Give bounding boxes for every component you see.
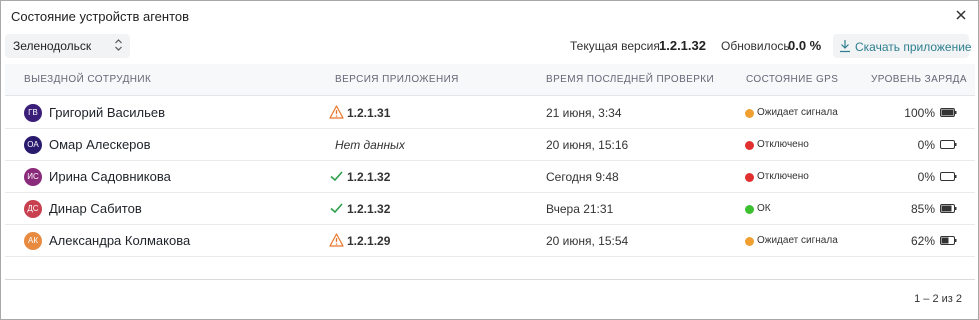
avatar: ДС — [24, 200, 42, 218]
battery-icon — [940, 204, 957, 213]
warning-icon — [329, 233, 344, 247]
current-version-label: Текущая версия — [570, 39, 660, 53]
table-row[interactable]: ИС Ирина Садовникова 1.2.1.32 Сегодня 9:48 О… — [5, 161, 975, 193]
battery-charge: 62% — [910, 234, 935, 248]
last-check-time: 20 июня, 15:16 — [546, 138, 629, 152]
table-row[interactable]: АК Александра Колмакова 1.2.1.29 20 июня, 1… — [5, 225, 975, 257]
pagination-info: 1 – 2 из 2 — [914, 293, 962, 305]
employee-name: Александра Колмакова — [49, 233, 191, 248]
header-version[interactable]: ВЕРСИЯ ПРИЛОЖЕНИЯ — [335, 74, 459, 85]
gps-status-dot — [745, 109, 754, 118]
employee-name: Ирина Садовникова — [49, 169, 171, 184]
warning-icon — [329, 105, 344, 119]
app-version: 1.2.1.32 — [347, 202, 391, 216]
avatar: ОА — [24, 136, 42, 154]
battery-charge: 85% — [910, 202, 935, 216]
check-icon — [330, 203, 343, 214]
table-row[interactable]: ДС Динар Сабитов 1.2.1.32 Вчера 21:31 ОК 85% — [5, 193, 975, 225]
avatar: ГВ — [24, 104, 42, 122]
battery-charge: 0% — [917, 138, 935, 152]
app-version: 1.2.1.31 — [347, 106, 391, 120]
gps-status: Ожидает сигнала — [757, 235, 838, 246]
table-header: ВЫЕЗДНОЙ СОТРУДНИК ВЕРСИЯ ПРИЛОЖЕНИЯ ВРЕ… — [5, 64, 975, 96]
download-app-label: Скачать приложение — [855, 40, 972, 54]
last-check-time: Вчера 21:31 — [546, 202, 614, 216]
app-version: Нет данных — [335, 138, 405, 152]
gps-status-dot — [745, 205, 754, 214]
avatar: АК — [24, 232, 42, 250]
employee-name: Омар Алескеров — [49, 137, 151, 152]
header-employee[interactable]: ВЫЕЗДНОЙ СОТРУДНИК — [24, 74, 151, 85]
download-app-button[interactable]: Скачать приложение — [833, 34, 972, 58]
battery-icon — [940, 236, 957, 245]
title-bar: Состояние устройств агентов — [1, 1, 978, 31]
battery-icon — [940, 140, 957, 149]
last-check-time: 21 июня, 3:34 — [546, 106, 622, 120]
header-gps[interactable]: СОСТОЯНИЕ GPS — [746, 74, 838, 85]
last-check-time: Сегодня 9:48 — [546, 170, 619, 184]
app-version: 1.2.1.32 — [347, 170, 391, 184]
devices-table: ВЫЕЗДНОЙ СОТРУДНИК ВЕРСИЯ ПРИЛОЖЕНИЯ ВРЕ… — [5, 64, 975, 279]
toolbar: Зеленодольск Текущая версия 1.2.1.32 Обн… — [1, 31, 978, 61]
battery-charge: 0% — [917, 170, 935, 184]
footer-divider — [5, 279, 975, 280]
employee-name: Григорий Васильев — [49, 105, 166, 120]
battery-icon — [940, 172, 957, 181]
city-select-value: Зеленодольск — [13, 39, 92, 53]
table-row[interactable]: ОА Омар Алескеров Нет данных 20 июня, 15:16… — [5, 129, 975, 161]
check-icon — [330, 171, 343, 182]
battery-icon — [940, 108, 957, 117]
current-version-value: 1.2.1.32 — [659, 38, 706, 53]
header-charge[interactable]: УРОВЕНЬ ЗАРЯДА — [871, 74, 967, 85]
gps-status: Ожидает сигнала — [757, 107, 838, 118]
dialog-title: Состояние устройств агентов — [11, 9, 190, 24]
battery-charge: 100% — [904, 106, 935, 120]
chevron-updown-icon — [115, 39, 122, 51]
header-last-check[interactable]: ВРЕМЯ ПОСЛЕДНЕЙ ПРОВЕРКИ — [546, 74, 714, 85]
employee-name: Динар Сабитов — [49, 201, 142, 216]
close-button[interactable] — [952, 6, 970, 24]
gps-status-dot — [745, 237, 754, 246]
avatar: ИС — [24, 168, 42, 186]
table-row[interactable]: ГВ Григорий Васильев 1.2.1.31 21 июня, 3:34… — [5, 97, 975, 129]
gps-status-dot — [745, 173, 754, 182]
agent-devices-dialog: Состояние устройств агентов Зеленодольск… — [0, 0, 979, 320]
download-icon — [840, 40, 850, 53]
updated-label: Обновилось — [721, 39, 790, 53]
app-version: 1.2.1.29 — [347, 234, 391, 248]
gps-status: Отключено — [757, 139, 809, 150]
gps-status: ОК — [757, 203, 771, 214]
close-icon — [956, 10, 966, 20]
updated-value: 0.0 % — [788, 38, 822, 53]
gps-status: Отключено — [757, 171, 809, 182]
last-check-time: 20 июня, 15:54 — [546, 234, 629, 248]
city-select[interactable]: Зеленодольск — [5, 34, 130, 58]
gps-status-dot — [745, 141, 754, 150]
